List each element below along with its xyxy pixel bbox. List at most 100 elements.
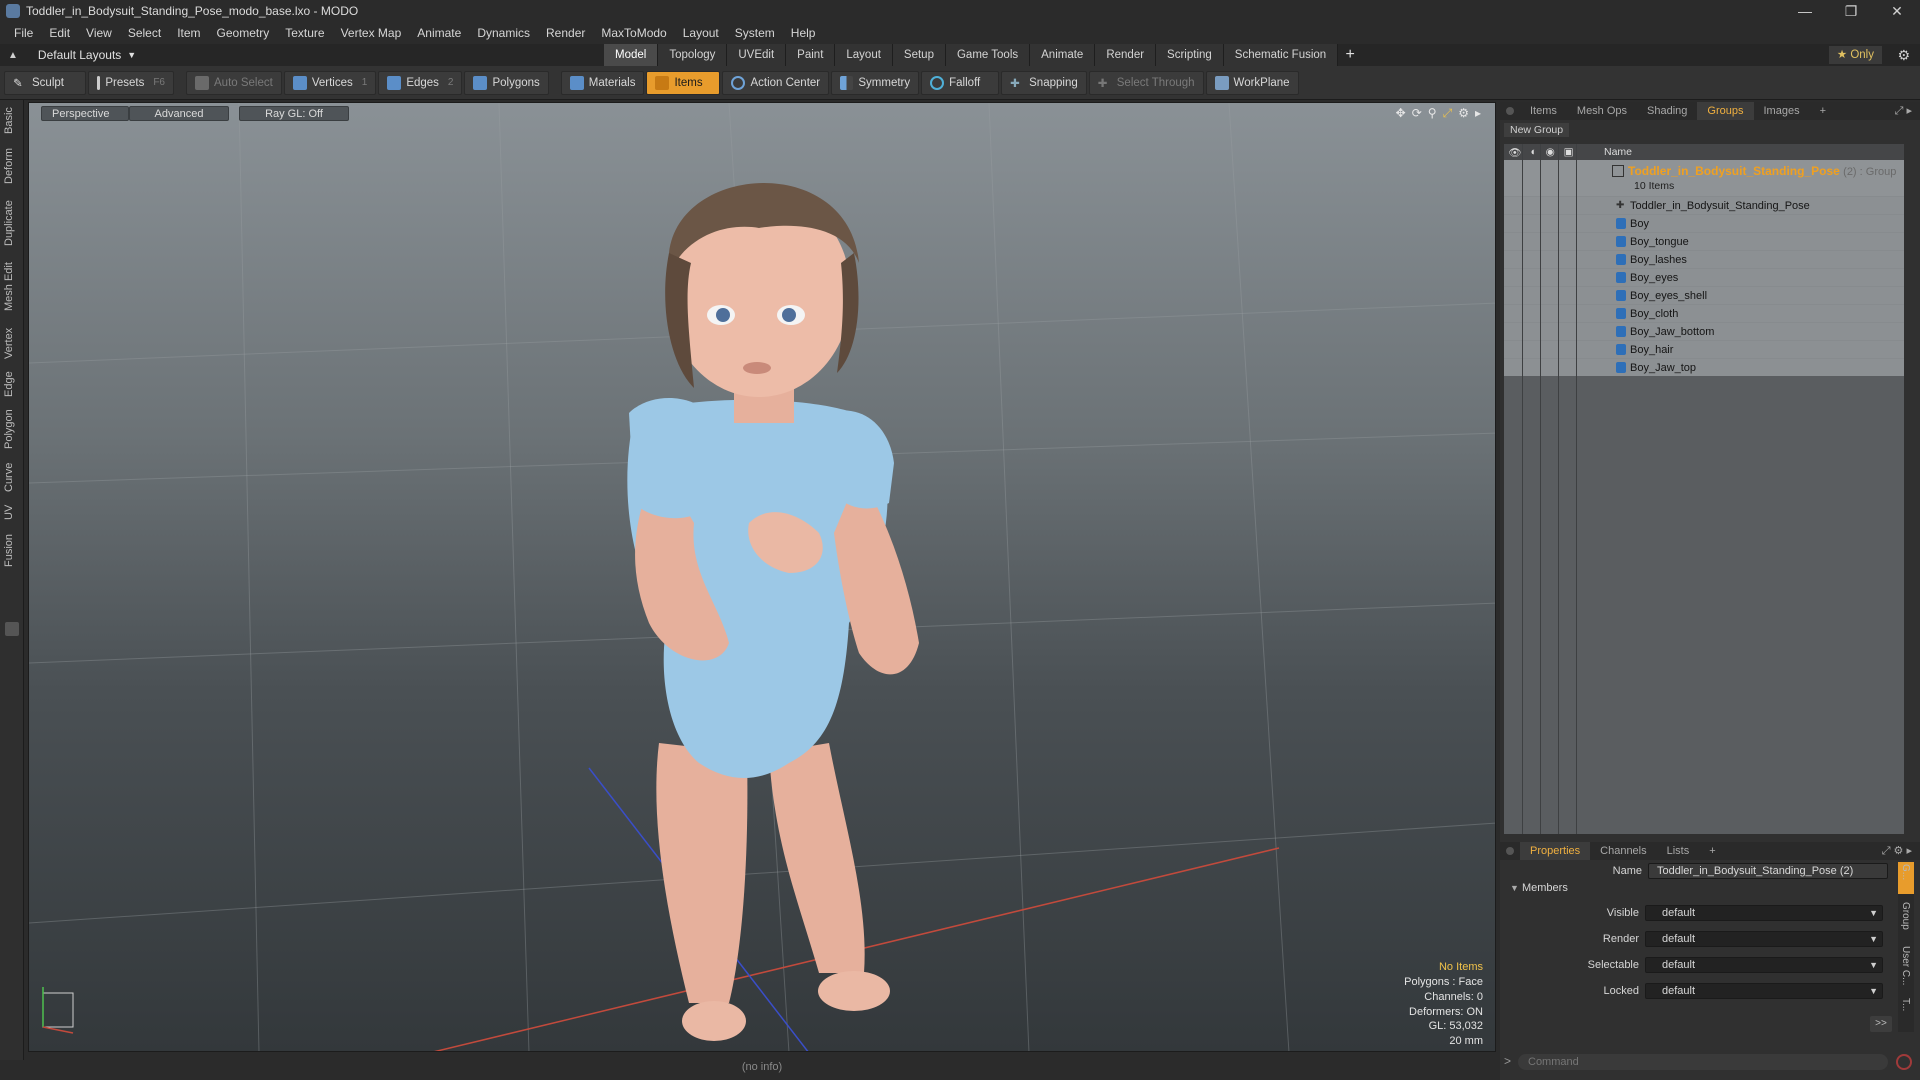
tab-topology[interactable]: Topology bbox=[658, 44, 728, 66]
name-column-header[interactable]: Name bbox=[1604, 146, 1632, 158]
vtab-uv[interactable]: UV bbox=[3, 500, 21, 524]
stop-command-icon[interactable] bbox=[1896, 1054, 1912, 1070]
falloff-button[interactable]: Falloff bbox=[921, 70, 1000, 95]
side-tab-user-channels[interactable]: User C... bbox=[1900, 946, 1911, 985]
menu-texture[interactable]: Texture bbox=[277, 22, 332, 44]
move-view-icon[interactable]: ✥ bbox=[1396, 106, 1406, 121]
list-item[interactable]: Boy_hair bbox=[1504, 340, 1904, 358]
side-tab-g[interactable]: G... bbox=[1900, 864, 1911, 880]
menu-animate[interactable]: Animate bbox=[409, 22, 469, 44]
tab-shading[interactable]: Shading bbox=[1637, 102, 1697, 120]
close-icon[interactable]: ✕ bbox=[1874, 0, 1920, 22]
vtab-basic[interactable]: Basic bbox=[3, 104, 21, 138]
layouts-dropdown[interactable]: ▲ Default Layouts ▼ bbox=[8, 48, 136, 62]
perspective-button[interactable]: Perspective bbox=[41, 106, 129, 121]
select-icon[interactable]: ▣ bbox=[1564, 146, 1574, 159]
list-item[interactable]: Boy_Jaw_bottom bbox=[1504, 322, 1904, 340]
fit-view-icon[interactable]: ⤢ bbox=[1443, 106, 1453, 121]
tab-images[interactable]: Images bbox=[1754, 102, 1810, 120]
render-icon[interactable]: ◐ bbox=[1531, 146, 1537, 159]
tab-game-tools[interactable]: Game Tools bbox=[945, 44, 1031, 66]
vtab-deform[interactable]: Deform bbox=[3, 144, 21, 188]
locked-dropdown[interactable]: default ▼ bbox=[1645, 983, 1883, 999]
menu-geometry[interactable]: Geometry bbox=[209, 22, 278, 44]
polygons-button[interactable]: Polygons bbox=[464, 70, 549, 95]
presets-button[interactable]: Presets F6 bbox=[88, 70, 174, 95]
raygl-button[interactable]: Ray GL: Off bbox=[239, 106, 349, 121]
rotate-view-icon[interactable]: ⟳ bbox=[1412, 106, 1422, 121]
auto-select-button[interactable]: Auto Select bbox=[186, 70, 282, 95]
items-button[interactable]: Items bbox=[646, 70, 721, 95]
add-tab-icon[interactable]: + bbox=[1338, 44, 1362, 66]
add-panel-tab-icon[interactable]: + bbox=[1810, 102, 1836, 120]
selectable-dropdown[interactable]: default ▼ bbox=[1645, 957, 1883, 973]
menu-select[interactable]: Select bbox=[120, 22, 169, 44]
tab-scripting[interactable]: Scripting bbox=[1156, 44, 1224, 66]
tab-groups[interactable]: Groups bbox=[1697, 102, 1754, 120]
vertices-button[interactable]: Vertices 1 bbox=[283, 70, 377, 95]
viewport-settings-icon[interactable]: ⚙ bbox=[1458, 106, 1469, 121]
select-through-button[interactable]: ✚ Select Through bbox=[1088, 70, 1204, 95]
tab-lists[interactable]: Lists bbox=[1657, 842, 1700, 860]
list-item[interactable]: Boy_tongue bbox=[1504, 232, 1904, 250]
only-button[interactable]: ★ Only bbox=[1828, 46, 1882, 64]
tab-properties[interactable]: Properties bbox=[1520, 842, 1591, 860]
vtab-polygon[interactable]: Polygon bbox=[3, 404, 21, 454]
tab-mesh-ops[interactable]: Mesh Ops bbox=[1567, 102, 1637, 120]
action-center-button[interactable]: Action Center bbox=[722, 70, 830, 95]
list-item[interactable]: Boy bbox=[1504, 214, 1904, 232]
side-tab-group[interactable]: Group bbox=[1900, 902, 1911, 930]
viewport-menu-icon[interactable]: ▸ bbox=[1475, 106, 1481, 121]
visibility-eye-icon[interactable]: 👁 bbox=[1508, 146, 1521, 159]
restore-icon[interactable]: ❐ bbox=[1828, 0, 1874, 22]
zoom-icon[interactable]: ⚲ bbox=[1428, 106, 1437, 121]
list-item[interactable]: Boy_cloth bbox=[1504, 304, 1904, 322]
menu-help[interactable]: Help bbox=[783, 22, 824, 44]
menu-maxtomodo[interactable]: MaxToModo bbox=[593, 22, 674, 44]
new-group-button[interactable]: New Group bbox=[1504, 123, 1570, 137]
render-dropdown[interactable]: default ▼ bbox=[1645, 931, 1883, 947]
list-item[interactable]: ✚ Toddler_in_Bodysuit_Standing_Pose bbox=[1504, 196, 1904, 214]
menu-system[interactable]: System bbox=[727, 22, 783, 44]
menu-render[interactable]: Render bbox=[538, 22, 593, 44]
tab-layout[interactable]: Layout bbox=[835, 44, 893, 66]
vtab-vertex[interactable]: Vertex bbox=[3, 322, 21, 364]
list-item[interactable]: Boy_lashes bbox=[1504, 250, 1904, 268]
side-tab-t[interactable]: T... bbox=[1900, 998, 1911, 1011]
minimize-icon[interactable]: — bbox=[1782, 0, 1828, 22]
lock-icon[interactable]: ◉ bbox=[1546, 146, 1555, 159]
list-item[interactable]: Boy_eyes_shell bbox=[1504, 286, 1904, 304]
add-properties-tab-icon[interactable]: + bbox=[1699, 842, 1725, 860]
expand-properties-icon[interactable]: ⤢ ⚙ ▸ bbox=[1882, 844, 1912, 858]
edges-button[interactable]: Edges 2 bbox=[378, 70, 463, 95]
list-item[interactable]: Boy_Jaw_top bbox=[1504, 358, 1904, 376]
menu-dynamics[interactable]: Dynamics bbox=[469, 22, 538, 44]
snapping-button[interactable]: ✚ Snapping bbox=[1001, 70, 1087, 95]
more-button[interactable]: >> bbox=[1870, 1016, 1892, 1032]
tab-animate[interactable]: Animate bbox=[1030, 44, 1096, 66]
gear-icon[interactable]: ⚙ bbox=[1897, 47, 1910, 64]
name-field[interactable]: Toddler_in_Bodysuit_Standing_Pose (2) bbox=[1648, 863, 1888, 879]
tab-schematic-fusion[interactable]: Schematic Fusion bbox=[1223, 44, 1339, 66]
menu-layout[interactable]: Layout bbox=[675, 22, 727, 44]
menu-item[interactable]: Item bbox=[169, 22, 208, 44]
materials-button[interactable]: Materials bbox=[560, 70, 645, 95]
tab-items[interactable]: Items bbox=[1520, 102, 1567, 120]
visible-dropdown[interactable]: default ▼ bbox=[1645, 905, 1883, 921]
shading-button[interactable]: Advanced bbox=[129, 106, 229, 121]
tab-render[interactable]: Render bbox=[1095, 44, 1157, 66]
command-input[interactable] bbox=[1518, 1054, 1888, 1070]
3d-viewport[interactable]: Perspective Advanced Ray GL: Off ✥ ⟳ ⚲ ⤢… bbox=[28, 102, 1496, 1052]
workplane-button[interactable]: WorkPlane bbox=[1205, 70, 1299, 95]
tab-setup[interactable]: Setup bbox=[892, 44, 946, 66]
members-section[interactable]: ▼ Members bbox=[1510, 882, 1568, 894]
vtab-fusion[interactable]: Fusion bbox=[3, 530, 21, 570]
sculpt-button[interactable]: ✎ Sculpt bbox=[4, 70, 86, 95]
symmetry-button[interactable]: Symmetry bbox=[831, 70, 920, 95]
tab-model[interactable]: Model bbox=[604, 44, 659, 66]
vtab-duplicate[interactable]: Duplicate bbox=[3, 194, 21, 252]
list-item[interactable]: Boy_eyes bbox=[1504, 268, 1904, 286]
vtab-mesh-edit[interactable]: Mesh Edit bbox=[3, 258, 21, 316]
collapse-arrow-icon[interactable]: ▲ bbox=[8, 50, 18, 61]
tab-paint[interactable]: Paint bbox=[786, 44, 836, 66]
